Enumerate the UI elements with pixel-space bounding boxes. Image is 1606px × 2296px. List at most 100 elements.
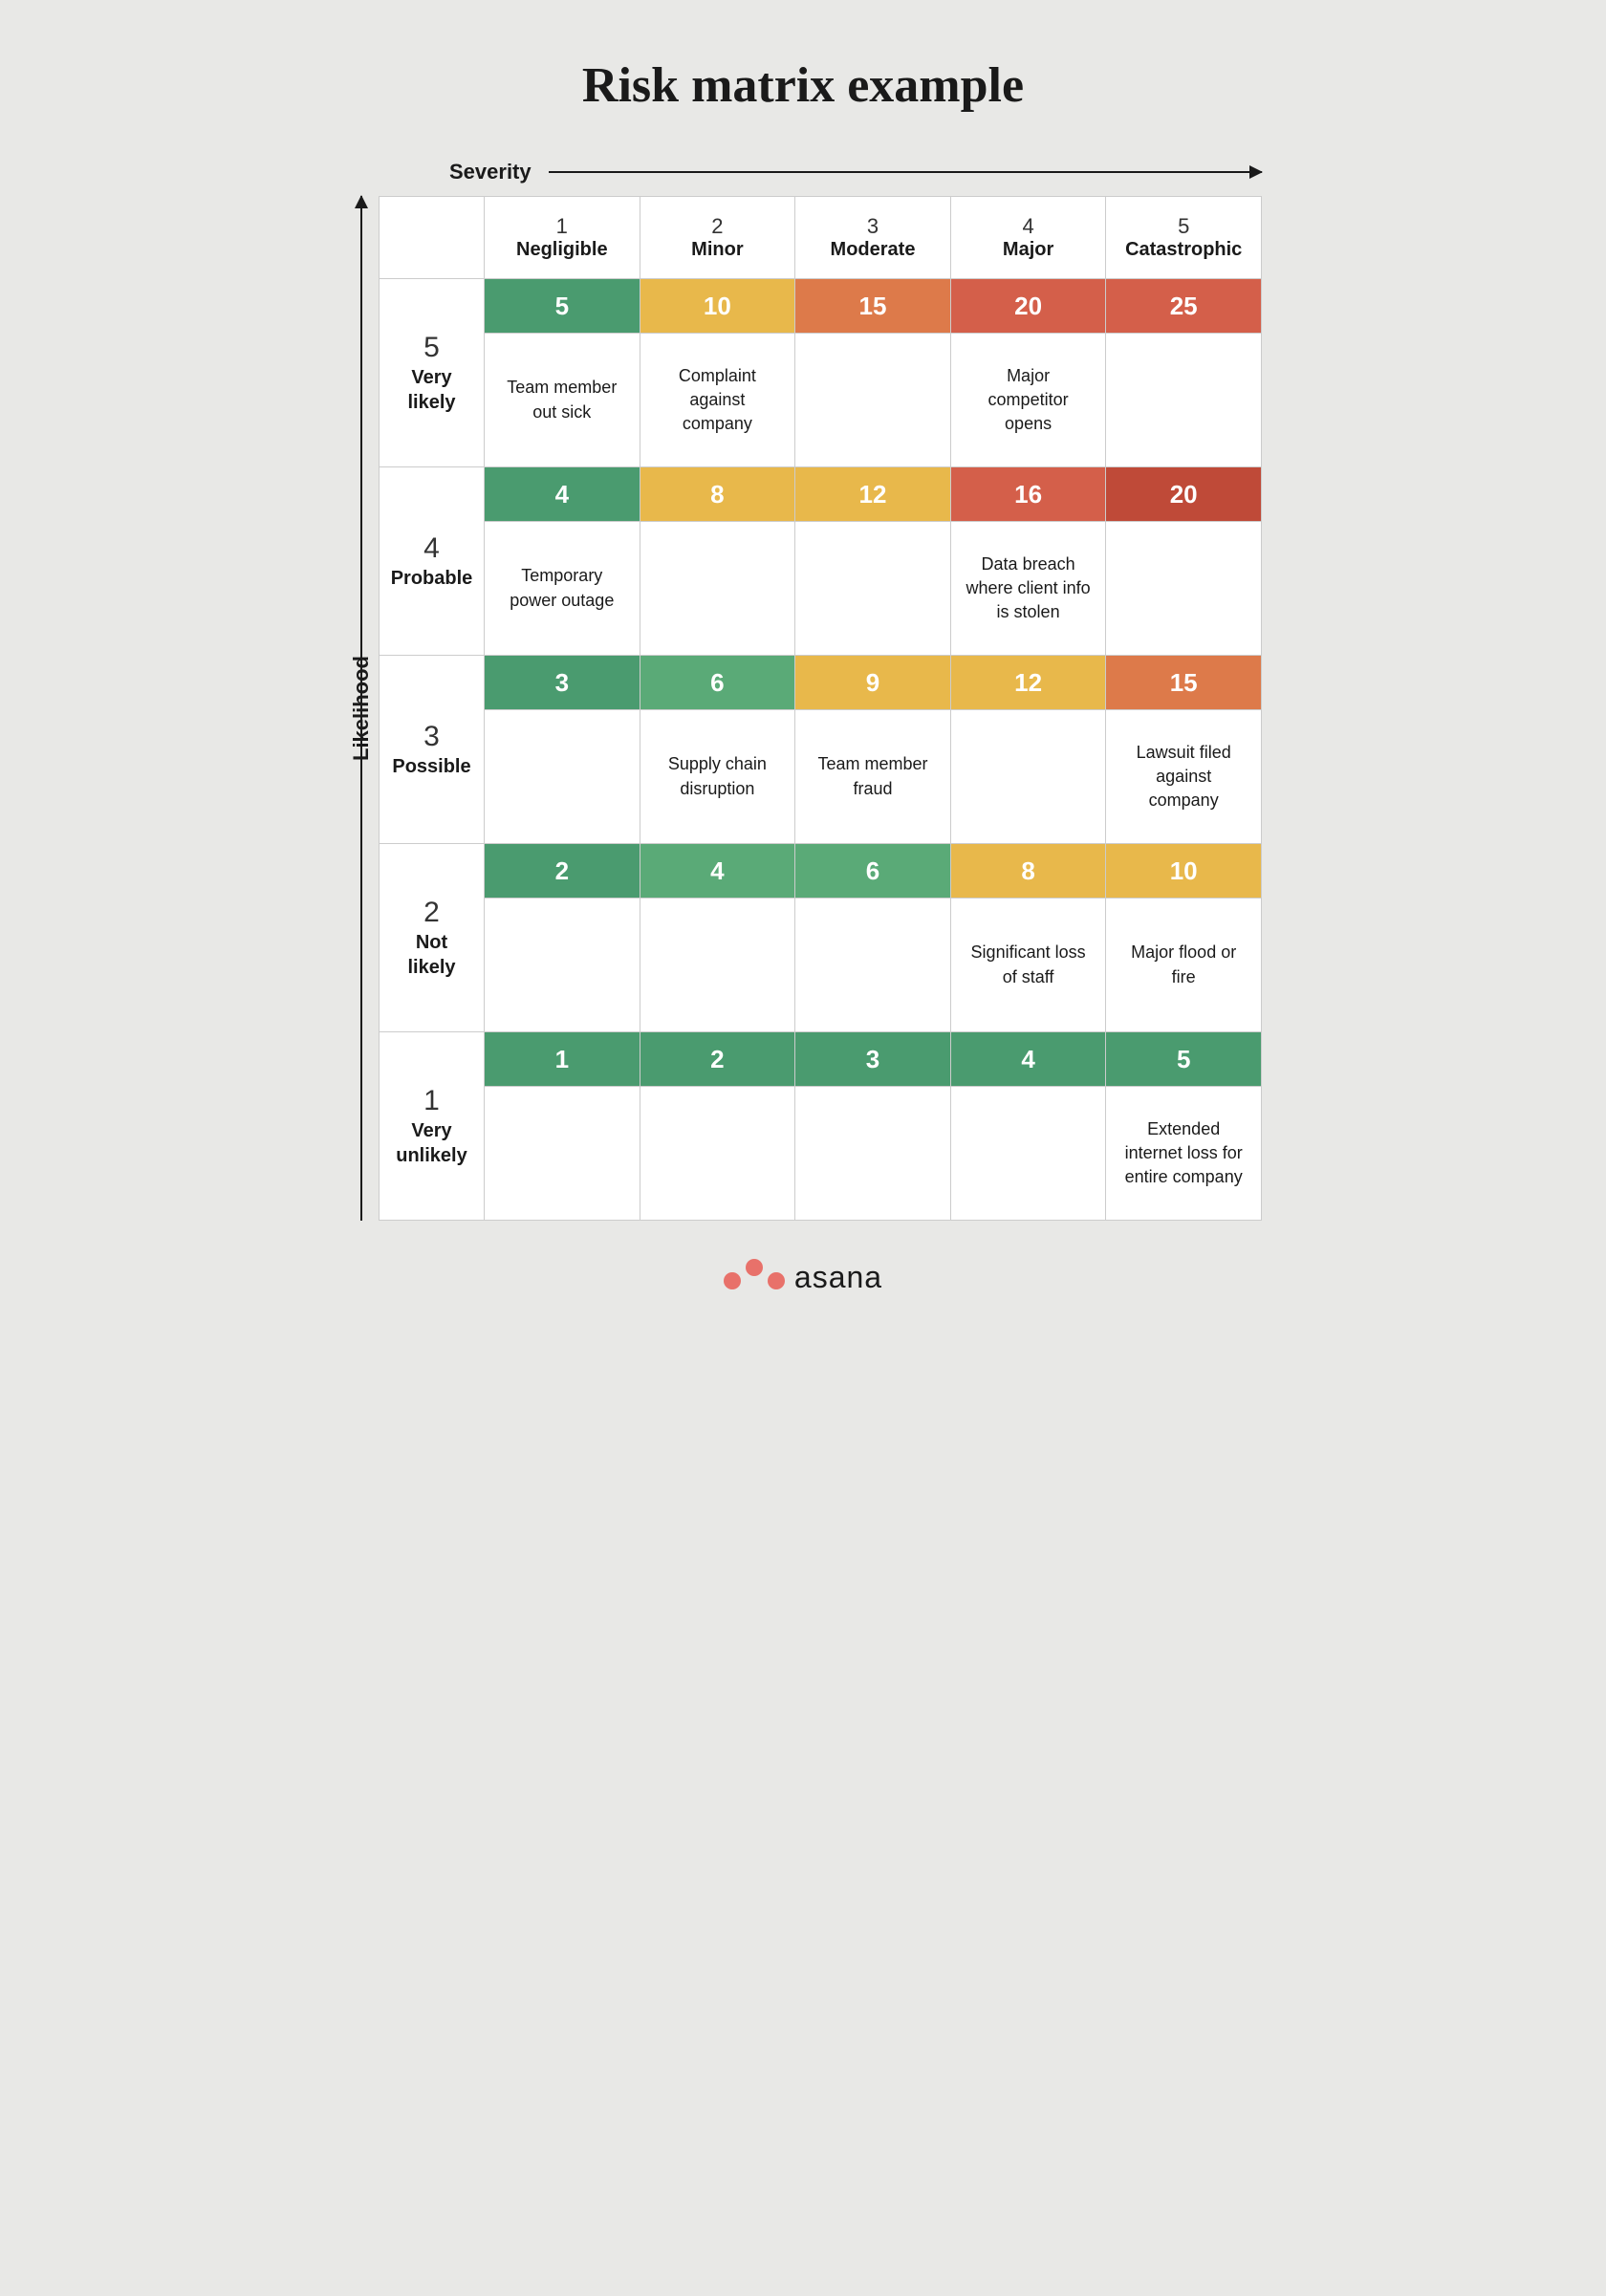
asana-dot-right (768, 1272, 785, 1289)
score-badge-r2-c1: 6 (640, 656, 795, 709)
desc-cell-r0-c1: Complaint against company (640, 334, 795, 467)
score-cell-r4-c4: 5 (1106, 1032, 1262, 1087)
col5-num: 5 (1114, 214, 1253, 239)
desc-cell-r3-c0 (485, 899, 640, 1032)
score-cell-r3-c3: 8 (950, 844, 1106, 899)
desc-cell-r3-c2 (795, 899, 951, 1032)
col2-num: 2 (648, 214, 788, 239)
risk-matrix-table: 1 Negligible 2 Minor 3 Moderate (379, 196, 1262, 1221)
score-badge-r0-c2: 15 (795, 279, 950, 333)
desc-cell-r4-c3 (950, 1087, 1106, 1221)
score-badge-r2-c3: 12 (951, 656, 1106, 709)
severity-label: Severity (449, 160, 532, 184)
row-header-name-0: Verylikely (385, 365, 478, 415)
score-cell-r1-c2: 12 (795, 467, 951, 522)
score-cell-r4-c2: 3 (795, 1032, 951, 1087)
row-header-num-4: 1 (385, 1084, 478, 1118)
score-row-2: 3Possible3691215 (380, 656, 1262, 710)
score-badge-r2-c4: 15 (1106, 656, 1261, 709)
col3-num: 3 (803, 214, 943, 239)
score-badge-r0-c0: 5 (485, 279, 640, 333)
row-header-name-1: Probable (385, 566, 478, 591)
desc-cell-r0-c4 (1106, 334, 1262, 467)
score-cell-r0-c0: 5 (485, 279, 640, 334)
score-cell-r0-c2: 15 (795, 279, 951, 334)
col-header-1: 1 Negligible (485, 197, 640, 279)
col5-name: Catastrophic (1114, 239, 1253, 261)
score-cell-r0-c3: 20 (950, 279, 1106, 334)
score-row-1: 4Probable48121620 (380, 467, 1262, 522)
score-cell-r1-c3: 16 (950, 467, 1106, 522)
row-header-num-3: 2 (385, 896, 478, 930)
row-header-num-1: 4 (385, 531, 478, 566)
score-cell-r2-c2: 9 (795, 656, 951, 710)
col2-name: Minor (648, 239, 788, 261)
score-cell-r4-c0: 1 (485, 1032, 640, 1087)
score-cell-r3-c4: 10 (1106, 844, 1262, 899)
row-header-name-3: Notlikely (385, 930, 478, 980)
score-cell-r1-c1: 8 (640, 467, 795, 522)
col-header-5: 5 Catastrophic (1106, 197, 1262, 279)
score-badge-r4-c2: 3 (795, 1032, 950, 1086)
desc-cell-r2-c1: Supply chain disruption (640, 710, 795, 844)
desc-cell-r2-c3 (950, 710, 1106, 844)
asana-label: asana (794, 1260, 882, 1295)
score-cell-r4-c3: 4 (950, 1032, 1106, 1087)
row-header-num-0: 5 (385, 331, 478, 365)
desc-cell-r2-c0 (485, 710, 640, 844)
score-badge-r2-c0: 3 (485, 656, 640, 709)
score-badge-r1-c0: 4 (485, 467, 640, 521)
score-cell-r1-c0: 4 (485, 467, 640, 522)
score-badge-r1-c1: 8 (640, 467, 795, 521)
desc-cell-r1-c3: Data breach where client info is stolen (950, 522, 1106, 656)
row-header-2: 3Possible (380, 656, 485, 844)
desc-row-3: Significant loss of staffMajor flood or … (380, 899, 1262, 1032)
score-cell-r2-c4: 15 (1106, 656, 1262, 710)
row-header-3: 2Notlikely (380, 844, 485, 1032)
score-badge-r1-c4: 20 (1106, 467, 1261, 521)
score-badge-r3-c4: 10 (1106, 844, 1261, 898)
desc-row-1: Temporary power outage Data breach where … (380, 522, 1262, 656)
desc-cell-r2-c2: Team member fraud (795, 710, 951, 844)
desc-row-0: Team member out sickComplaint against co… (380, 334, 1262, 467)
score-badge-r1-c2: 12 (795, 467, 950, 521)
score-badge-r3-c1: 4 (640, 844, 795, 898)
row-header-1: 4Probable (380, 467, 485, 656)
score-badge-r0-c4: 25 (1106, 279, 1261, 333)
header-empty (380, 197, 485, 279)
page-container: Risk matrix example Severity Likelihood (344, 57, 1262, 1295)
score-badge-r1-c3: 16 (951, 467, 1106, 521)
page-title: Risk matrix example (582, 57, 1024, 114)
asana-dot-left (724, 1272, 741, 1289)
score-badge-r4-c0: 1 (485, 1032, 640, 1086)
likelihood-label: Likelihood (349, 656, 374, 761)
col-header-2: 2 Minor (640, 197, 795, 279)
score-cell-r0-c1: 10 (640, 279, 795, 334)
desc-cell-r3-c3: Significant loss of staff (950, 899, 1106, 1032)
desc-cell-r4-c1 (640, 1087, 795, 1221)
desc-cell-r1-c1 (640, 522, 795, 656)
header-row: 1 Negligible 2 Minor 3 Moderate (380, 197, 1262, 279)
row-header-name-4: Veryunlikely (385, 1118, 478, 1168)
score-cell-r3-c1: 4 (640, 844, 795, 899)
score-badge-r0-c1: 10 (640, 279, 795, 333)
asana-dot-top (746, 1259, 763, 1276)
desc-cell-r3-c4: Major flood or fire (1106, 899, 1262, 1032)
desc-cell-r2-c4: Lawsuit filed against company (1106, 710, 1262, 844)
desc-cell-r1-c0: Temporary power outage (485, 522, 640, 656)
matrix-table-container: 1 Negligible 2 Minor 3 Moderate (379, 196, 1262, 1221)
score-cell-r3-c0: 2 (485, 844, 640, 899)
desc-cell-r1-c2 (795, 522, 951, 656)
row-header-4: 1Veryunlikely (380, 1032, 485, 1221)
matrix-grid: Likelihood 1 Negligible 2 (344, 196, 1262, 1221)
score-badge-r2-c2: 9 (795, 656, 950, 709)
score-badge-r0-c3: 20 (951, 279, 1106, 333)
desc-cell-r1-c4 (1106, 522, 1262, 656)
col3-name: Moderate (803, 239, 943, 261)
desc-cell-r0-c3: Major competitor opens (950, 334, 1106, 467)
score-row-3: 2Notlikely246810 (380, 844, 1262, 899)
desc-cell-r0-c2 (795, 334, 951, 467)
score-badge-r4-c1: 2 (640, 1032, 795, 1086)
col4-num: 4 (959, 214, 1098, 239)
col1-name: Negligible (492, 239, 632, 261)
